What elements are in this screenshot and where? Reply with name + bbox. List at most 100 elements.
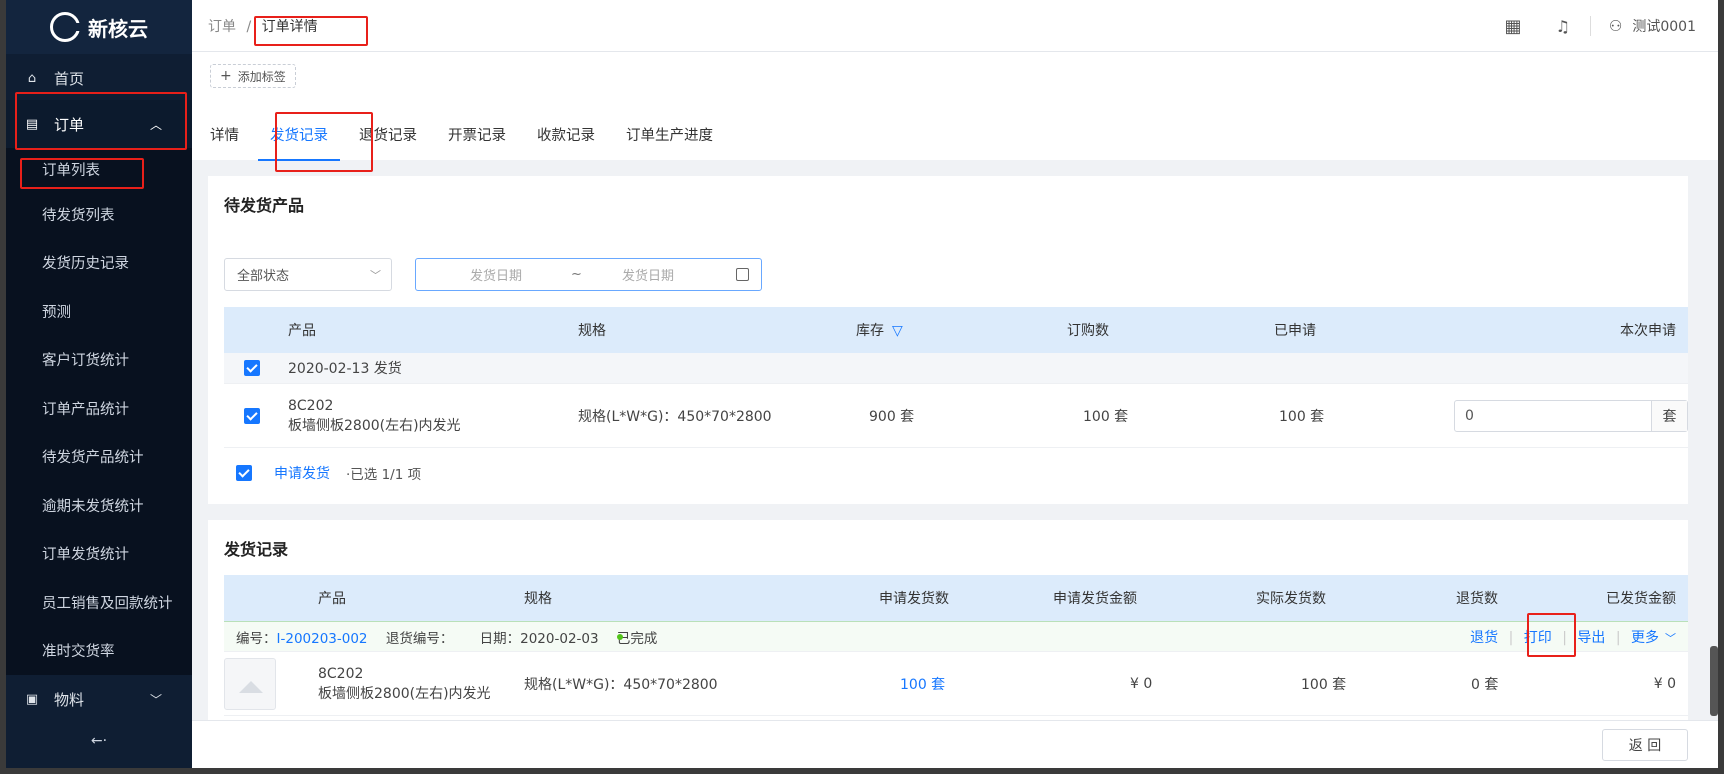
sidebar-subitem-ontime-rate[interactable]: 准时交货率 bbox=[6, 627, 192, 676]
col-product: 产品 bbox=[318, 591, 346, 607]
add-tag-button[interactable]: + 添加标签 bbox=[210, 64, 296, 88]
return-no-label: 退货编号： bbox=[385, 630, 454, 647]
return-qty-cell: 0 套 bbox=[1471, 676, 1499, 693]
col-apply-now: 本次申请 bbox=[1620, 323, 1676, 339]
return-button[interactable]: 退货 bbox=[1470, 630, 1498, 646]
bell-icon[interactable]: ♫ bbox=[1556, 17, 1570, 36]
sidebar-subitem-ship-stats[interactable]: 订单发货统计 bbox=[6, 530, 192, 579]
order-header: + 添加标签 详情 发货记录 退货记录 开票记录 收款记录 订单生产进度 bbox=[192, 52, 1718, 161]
shipped-amount-cell: ¥ 0 bbox=[1653, 675, 1676, 692]
ordered-cell: 100 套 bbox=[1083, 408, 1129, 425]
sidebar-subitem-sales-stats[interactable]: 员工销售及回款统计 bbox=[6, 578, 192, 627]
col-spec: 规格 bbox=[578, 323, 606, 339]
record-meta: 编号：I-200203-002 退货编号： 日期：2020-02-03 已完成 bbox=[236, 627, 657, 647]
divider bbox=[1589, 16, 1591, 36]
section-title: 待发货产品 bbox=[224, 196, 305, 215]
apply-qty-cell[interactable]: 100 套 bbox=[900, 674, 945, 694]
col-spec: 规格 bbox=[524, 591, 552, 607]
spec-cell: 规格(L*W*G)：450*70*2800 bbox=[578, 408, 772, 425]
sidebar-item-order[interactable]: ▤ 订单 ︿ bbox=[6, 100, 192, 148]
export-button[interactable]: 导出 bbox=[1577, 630, 1605, 646]
page-footer: 返 回 bbox=[192, 720, 1718, 768]
user-menu[interactable]: ⚇ 测试0001 bbox=[1609, 16, 1696, 36]
brand-name: 新核云 bbox=[88, 16, 148, 41]
record-meta-row: 编号：I-200203-002 退货编号： 日期：2020-02-03 已完成 … bbox=[224, 621, 1688, 652]
topbar: 订单 / 订单详情 ▦ ♫ ⚇ 测试0001 bbox=[192, 0, 1718, 52]
selected-count: ·已选 1/1 项 bbox=[346, 467, 422, 483]
add-tag-label: 添加标签 bbox=[237, 69, 286, 84]
more-button[interactable]: 更多 ﹀ bbox=[1631, 630, 1676, 646]
sidebar-item-label: 准时交货率 bbox=[42, 644, 115, 661]
applied-cell: 100 套 bbox=[1279, 408, 1325, 425]
tab-production[interactable]: 订单生产进度 bbox=[626, 124, 713, 155]
main-content: + 添加标签 详情 发货记录 退货记录 开票记录 收款记录 订单生产进度 待发货… bbox=[192, 52, 1718, 720]
divider: | bbox=[1508, 629, 1514, 646]
back-button[interactable]: 返 回 bbox=[1602, 729, 1688, 761]
sidebar-subitem-overdue-stats[interactable]: 逾期未发货统计 bbox=[6, 481, 192, 530]
scrollbar-handle[interactable] bbox=[1710, 646, 1718, 716]
print-button[interactable]: 打印 bbox=[1524, 630, 1552, 646]
selection-footer: 申请发货 ·已选 1/1 项 bbox=[224, 448, 1688, 498]
group-label: 2020-02-13 发货 bbox=[288, 361, 402, 377]
group-checkbox[interactable] bbox=[244, 360, 260, 376]
pending-products-card: 待发货产品 全部状态 ﹀ 发货日期 ~ 发货日期 产品 规格 库存 ▽ 订购数 已… bbox=[208, 176, 1688, 504]
user-name: 测试0001 bbox=[1632, 19, 1696, 35]
sidebar-item-label: 首页 bbox=[54, 69, 85, 88]
pending-table-header: 产品 规格 库存 ▽ 订购数 已申请 本次申请 bbox=[224, 307, 1688, 353]
order-submenu: 订单列表 待发货列表 发货历史记录 预测 客户订货统计 订单产品统计 待发货产品… bbox=[6, 148, 192, 675]
sidebar-subitem-ship-history[interactable]: 发货历史记录 bbox=[6, 239, 192, 288]
apply-shipment-button[interactable]: 申请发货 bbox=[274, 463, 330, 483]
filter-icon[interactable]: ▽ bbox=[892, 323, 903, 339]
col-return-qty: 退货数 bbox=[1456, 591, 1498, 607]
breadcrumb-current: 订单详情 bbox=[261, 18, 318, 35]
col-apply-qty: 申请发货数 bbox=[879, 591, 949, 607]
sidebar-item-label: 员工销售及回款统计 bbox=[42, 595, 173, 612]
sidebar-subitem-pending-list[interactable]: 待发货列表 bbox=[6, 190, 192, 239]
chevron-down-icon: ﹀ bbox=[1665, 631, 1676, 645]
tab-detail[interactable]: 详情 bbox=[210, 124, 239, 155]
row-checkbox[interactable] bbox=[244, 407, 260, 424]
sidebar-subitem-order-list[interactable]: 订单列表 bbox=[6, 148, 192, 190]
apply-qty-value: 0 bbox=[1465, 408, 1474, 424]
apply-qty-input[interactable]: 0 套 bbox=[1454, 400, 1688, 432]
breadcrumb-root[interactable]: 订单 bbox=[208, 19, 236, 35]
product-image-placeholder bbox=[224, 658, 276, 710]
app: 新核云 ⌂ 首页 ▤ 订单 ︿ 订单列表 待发货列表 发货历史记录 预测 客户订… bbox=[6, 0, 1718, 768]
collapse-sidebar-button[interactable]: ←· bbox=[6, 714, 192, 768]
sidebar-subitem-customer-stats[interactable]: 客户订货统计 bbox=[6, 336, 192, 385]
logo: 新核云 bbox=[6, 0, 192, 54]
stock-cell: 900 套 bbox=[869, 408, 915, 425]
table-row: 8C202 板墙侧板2800(左右)内发光 规格(L*W*G)：450*70*2… bbox=[224, 384, 1688, 448]
col-product: 产品 bbox=[288, 323, 316, 339]
sidebar-item-label: 待发货产品统计 bbox=[42, 450, 144, 467]
home-icon: ⌂ bbox=[27, 70, 37, 86]
sidebar-item-home[interactable]: ⌂ 首页 bbox=[6, 56, 192, 100]
user-icon: ⚇ bbox=[1608, 17, 1623, 35]
tab-invoices[interactable]: 开票记录 bbox=[448, 124, 506, 155]
date-label: 日期： bbox=[479, 630, 521, 647]
spec-cell: 规格(L*W*G)：450*70*2800 bbox=[524, 676, 718, 693]
more-label: 更多 bbox=[1631, 629, 1659, 646]
status-select-value: 全部状态 bbox=[237, 269, 290, 284]
status-dot bbox=[616, 633, 623, 640]
apply-amount-cell: ¥ 0 bbox=[1130, 675, 1153, 692]
col-stock-label: 库存 bbox=[856, 323, 884, 339]
sidebar-item-label: 订单列表 bbox=[42, 162, 100, 179]
sidebar-item-label: 逾期未发货统计 bbox=[42, 498, 144, 515]
section-title: 发货记录 bbox=[224, 540, 289, 559]
sidebar-subitem-pending-product-stats[interactable]: 待发货产品统计 bbox=[6, 433, 192, 482]
status-select[interactable]: 全部状态 ﹀ bbox=[224, 258, 392, 291]
sidebar-subitem-forecast[interactable]: 预测 bbox=[6, 287, 192, 336]
tab-returns[interactable]: 退货记录 bbox=[359, 124, 417, 155]
record-no-link[interactable]: I-200203-002 bbox=[277, 631, 368, 647]
breadcrumb: 订单 / 订单详情 bbox=[208, 16, 318, 36]
sidebar-item-label: 待发货列表 bbox=[42, 207, 115, 224]
tab-payments[interactable]: 收款记录 bbox=[537, 124, 595, 155]
tab-shipping[interactable]: 发货记录 bbox=[258, 124, 340, 161]
product-cell: 8C202 板墙侧板2800(左右)内发光 bbox=[288, 396, 461, 436]
qrcode-icon[interactable]: ▦ bbox=[1505, 16, 1522, 37]
select-all-checkbox[interactable] bbox=[236, 465, 252, 481]
sidebar-subitem-product-stats[interactable]: 订单产品统计 bbox=[6, 384, 192, 433]
ship-date-range-picker[interactable]: 发货日期 ~ 发货日期 bbox=[415, 258, 762, 291]
actual-qty-cell: 100 套 bbox=[1301, 676, 1347, 693]
